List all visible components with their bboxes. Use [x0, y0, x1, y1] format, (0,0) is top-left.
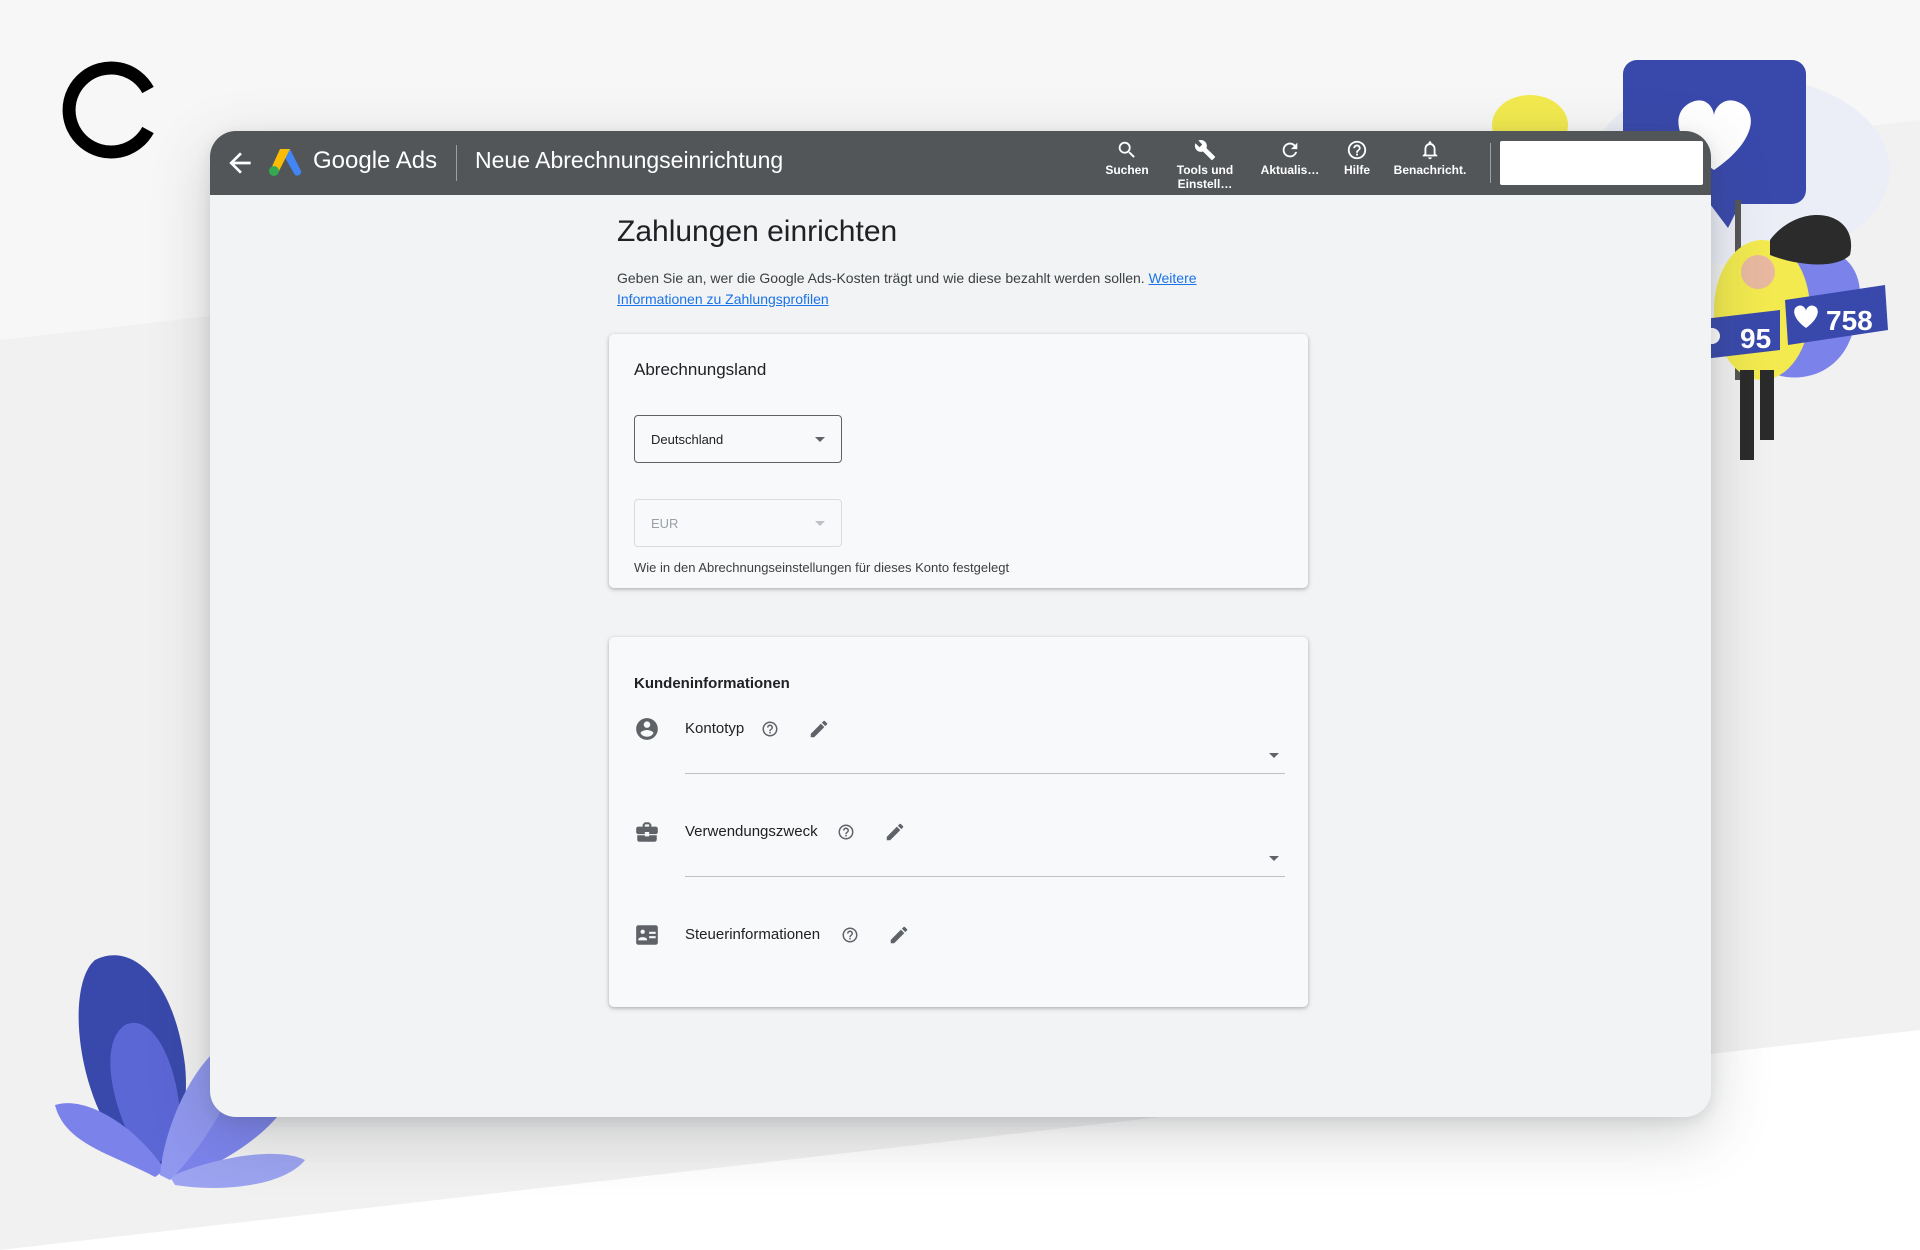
tools-label-line2: Einstell…: [1177, 177, 1233, 191]
back-arrow-icon[interactable]: [224, 147, 256, 179]
google-ads-logo-icon: [269, 149, 302, 176]
card-title: Abrechnungsland: [634, 360, 767, 379]
dropdown-arrow-icon: [815, 521, 825, 526]
dropdown-arrow-icon: [815, 437, 825, 442]
country-select[interactable]: Deutschland: [634, 415, 842, 463]
page-title: Zahlungen einrichten: [617, 215, 898, 248]
search-label: Suchen: [1105, 163, 1149, 177]
brand-name: Google Ads: [313, 147, 438, 174]
divider: [456, 145, 457, 181]
intro-text: Geben Sie an, wer die Google Ads-Kosten …: [617, 268, 1257, 310]
account-switcher[interactable]: [1500, 141, 1703, 185]
briefcase-icon: [636, 822, 658, 842]
help-circle-icon[interactable]: [837, 823, 855, 841]
dropdown-arrow-icon: [1269, 753, 1279, 758]
refresh-icon: [1282, 142, 1298, 158]
edit-pencil-icon[interactable]: [884, 821, 906, 843]
currency-hint: Wie in den Abrechnungseinstellungen für …: [634, 560, 1010, 575]
tax-info-label: Steuerinformationen: [685, 926, 821, 943]
account-circle-icon: [636, 718, 658, 740]
refresh-label: Aktualis…: [1260, 163, 1320, 177]
svg-text:758: 758: [1826, 305, 1873, 336]
refresh-button[interactable]: Aktualis…: [1258, 137, 1322, 193]
card-title: Kundeninformationen: [634, 675, 790, 692]
help-button[interactable]: Hilfe: [1334, 137, 1380, 193]
country-value: Deutschland: [651, 432, 724, 447]
bell-icon: [1422, 141, 1438, 160]
dropdown-arrow-icon: [1269, 856, 1279, 861]
account-type-label: Kontotyp: [685, 720, 745, 737]
search-button[interactable]: Suchen: [1102, 137, 1152, 193]
purpose-label: Verwendungszweck: [685, 823, 818, 840]
page-heading: Neue Abrechnungseinrichtung: [475, 147, 784, 173]
help-label: Hilfe: [1343, 163, 1370, 177]
help-circle-icon[interactable]: [761, 720, 779, 738]
edit-pencil-icon[interactable]: [808, 718, 830, 740]
brand-logo-c-icon: [62, 61, 154, 159]
id-card-icon: [636, 925, 658, 945]
currency-value: EUR: [651, 516, 679, 531]
customer-info-card: Kundeninformationen Kontotyp Verwendungs…: [609, 637, 1308, 1007]
help-icon: [1347, 140, 1367, 160]
svg-text:95: 95: [1740, 323, 1771, 354]
edit-pencil-icon[interactable]: [888, 924, 910, 946]
currency-select: EUR: [634, 499, 842, 547]
purpose-select[interactable]: [685, 842, 1285, 877]
browser-window: Google Ads Neue Abrechnungseinrichtung S…: [210, 131, 1711, 1117]
billing-country-card: Abrechnungsland Deutschland EUR Wie in d…: [609, 334, 1308, 588]
top-app-bar: Google Ads Neue Abrechnungseinrichtung S…: [210, 131, 1711, 195]
notifications-label: Benachricht.: [1393, 163, 1467, 177]
divider: [1490, 143, 1491, 183]
wrench-icon: [1194, 140, 1216, 161]
notifications-button[interactable]: Benachricht.: [1390, 137, 1470, 193]
tools-label-line1: Tools und: [1176, 163, 1234, 177]
account-type-select[interactable]: [685, 739, 1285, 774]
intro-description: Geben Sie an, wer die Google Ads-Kosten …: [617, 270, 1149, 286]
tools-settings-button[interactable]: Tools und Einstell…: [1170, 137, 1240, 193]
help-circle-icon[interactable]: [841, 926, 859, 944]
search-icon: [1118, 141, 1135, 158]
